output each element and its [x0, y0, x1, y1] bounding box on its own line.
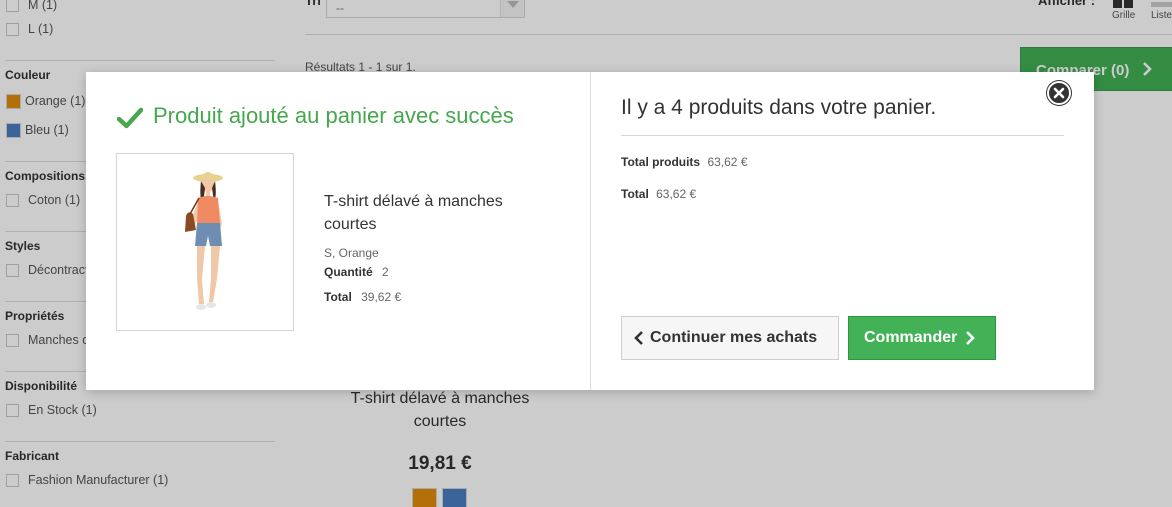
- total-products-row: Total produits 63,62 €: [621, 155, 748, 169]
- total-products-label: Total produits: [621, 155, 701, 169]
- quantity-row: Quantité 2: [324, 265, 389, 279]
- cart-total-label: Total: [621, 187, 649, 201]
- product-image: [116, 153, 294, 331]
- cart-count-text: Il y a 4 produits dans votre panier.: [621, 96, 937, 119]
- quantity-label: Quantité: [324, 265, 373, 279]
- success-title: Produit ajouté au panier avec succès: [153, 103, 514, 128]
- divider: [621, 135, 1064, 136]
- continue-shopping-button[interactable]: Continuer mes achats: [621, 316, 839, 360]
- chevron-right-icon: [966, 331, 976, 345]
- chevron-left-icon: [634, 331, 643, 345]
- total-products-value: 63,62 €: [707, 155, 748, 169]
- cart-total-value: 63,62 €: [656, 187, 697, 201]
- continue-shopping-label: Continuer mes achats: [650, 329, 818, 346]
- added-product-attributes: S, Orange: [324, 246, 379, 260]
- add-to-cart-modal: Produit ajouté au panier avec succès T-s…: [86, 72, 1094, 390]
- cart-total-row: Total 63,62 €: [621, 187, 696, 201]
- close-icon[interactable]: [1047, 81, 1071, 105]
- added-product-name: T-shirt délavé à manches courtes: [324, 193, 503, 233]
- quantity-value: 2: [382, 265, 389, 279]
- item-total-row: Total 39,62 €: [324, 290, 401, 304]
- item-total-label: Total: [324, 290, 352, 304]
- item-total-value: 39,62 €: [361, 290, 402, 304]
- checkout-button[interactable]: Commander: [848, 316, 996, 360]
- added-product-panel: Produit ajouté au panier avec succès T-s…: [86, 72, 591, 390]
- check-icon: [117, 107, 143, 129]
- checkout-label: Commander: [864, 329, 958, 346]
- cart-summary-panel: Il y a 4 produits dans votre panier. Tot…: [591, 72, 1094, 390]
